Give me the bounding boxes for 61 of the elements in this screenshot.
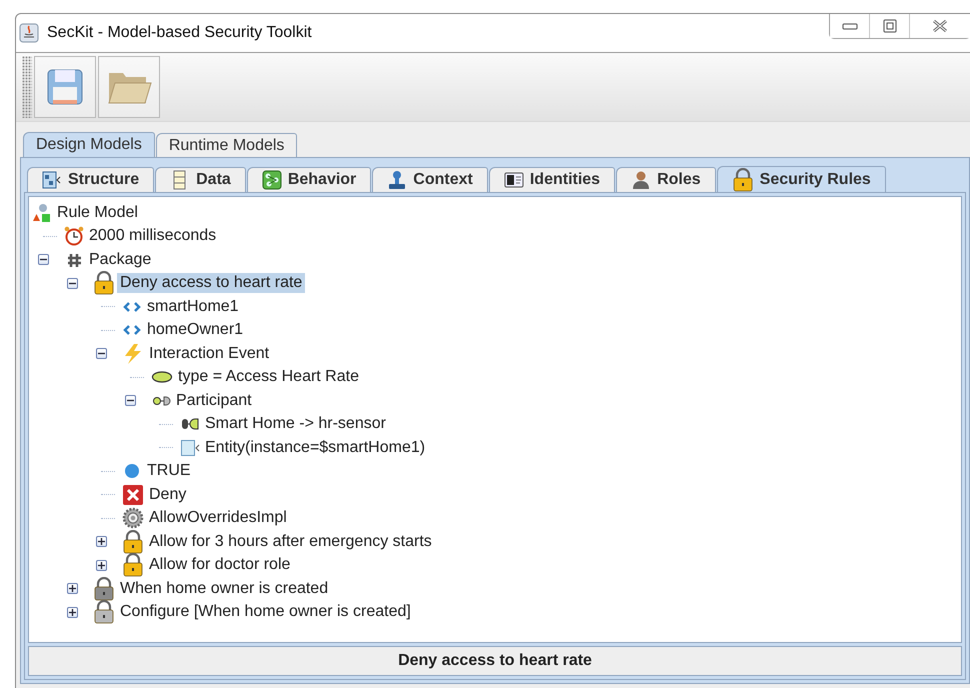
view-tab[interactable]: Data (155, 167, 246, 192)
tree-node[interactable]: AllowOverridesImpl (146, 508, 290, 528)
tree-node[interactable]: Participant (173, 390, 255, 411)
tree-node[interactable]: 2000 milliseconds (86, 226, 220, 246)
model-tab[interactable]: Runtime Models (156, 133, 298, 157)
tree-node[interactable]: Configure [When home owner is created] (117, 602, 414, 622)
view-tab[interactable]: Roles (616, 167, 716, 192)
structure-icon (42, 170, 62, 190)
model-icon (32, 202, 52, 223)
maximize-icon (882, 19, 896, 33)
tree-node[interactable]: type = Access Heart Rate (175, 367, 362, 388)
expand-toggle[interactable] (96, 536, 107, 548)
lock-icon (732, 168, 754, 192)
collapse-toggle[interactable] (125, 395, 136, 406)
expand-toggle[interactable] (96, 560, 107, 571)
open-folder-button[interactable] (98, 56, 160, 118)
person-icon (631, 170, 652, 190)
tree-node[interactable]: Allow for 3 hours after emergency starts (146, 532, 435, 552)
tree-node[interactable]: homeOwner1 (144, 320, 246, 340)
view-tab[interactable]: Behavior (246, 167, 372, 192)
close-icon (931, 19, 949, 33)
expand-toggle[interactable] (67, 606, 78, 618)
tree-node[interactable]: TRUE (144, 461, 194, 482)
id-card-icon (504, 170, 524, 190)
collapse-toggle[interactable] (96, 348, 107, 360)
tree-node[interactable]: Allow for doctor role (146, 555, 294, 576)
collapse-toggle[interactable] (38, 254, 49, 266)
stamp-icon (387, 170, 408, 190)
collapse-toggle[interactable] (67, 278, 78, 289)
tree-node[interactable]: Rule Model (54, 202, 141, 223)
minimize-button[interactable] (830, 14, 870, 38)
tree-node[interactable]: When home owner is created (117, 578, 332, 599)
plus-icon (69, 585, 76, 592)
plus-icon (69, 608, 76, 616)
gear-icon (122, 507, 144, 530)
tree-node[interactable]: Package (86, 250, 154, 270)
view-tab[interactable]: Security Rules (716, 166, 886, 192)
tree-node[interactable]: Interaction Event (146, 344, 272, 364)
plus-icon (98, 538, 105, 546)
lightning-icon (122, 342, 144, 365)
minimize-icon (842, 22, 858, 30)
tree-node[interactable]: Deny (146, 484, 190, 505)
entity-icon (180, 438, 200, 458)
tree-node[interactable]: Deny access to heart rate (117, 273, 306, 294)
expand-toggle[interactable] (67, 583, 78, 594)
status-text: Deny access to heart rate (398, 652, 592, 670)
x-icon (122, 484, 144, 506)
view-tab[interactable]: Structure (27, 167, 154, 192)
clock-icon (64, 226, 84, 246)
tree-node[interactable]: Smart Home -> hr-sensor (202, 414, 389, 434)
window-title: SecKit - Model-based Security Toolkit (47, 24, 313, 42)
toolbar-grip[interactable] (22, 56, 32, 118)
tree-node[interactable]: smartHome1 (144, 296, 242, 317)
app-icon (19, 23, 39, 43)
view-tab[interactable]: Context (372, 167, 488, 192)
save-button[interactable] (34, 56, 96, 118)
plus-icon (98, 562, 105, 569)
diagram-icon (262, 170, 282, 190)
model-tab[interactable]: Design Models (23, 132, 155, 157)
tree-node[interactable]: Entity(instance=$smartHome1) (202, 438, 428, 458)
view-tab[interactable]: Identities (488, 167, 616, 192)
